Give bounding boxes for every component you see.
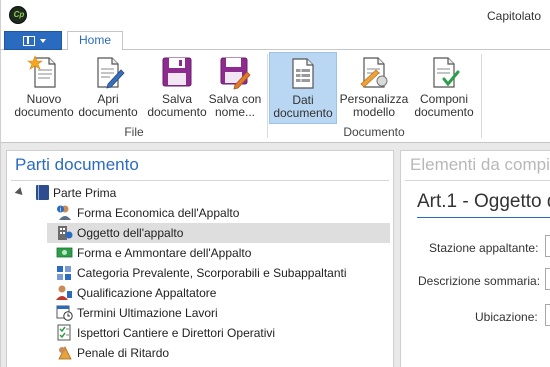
title-bar: Cp Capitolato [1, 0, 550, 30]
tree-item[interactable]: Forma e Ammontare dell'Appalto [7, 243, 393, 263]
field-label-descrizione: Descrizione sommaria: [418, 274, 541, 288]
building-icon [58, 226, 73, 240]
customize-template-button[interactable]: Personalizza modello [338, 52, 410, 124]
open-document-label: Apri documento [78, 92, 138, 119]
tree-item-label: Ispettori Cantiere e Direttori Operativi [77, 326, 276, 340]
document-data-label: Dati documento [273, 93, 333, 120]
document-data-icon [292, 58, 314, 89]
field-label-ubicazione: Ubicazione: [475, 310, 538, 324]
ribbon-group-separator [267, 54, 268, 138]
checklist-icon [57, 324, 71, 341]
file-menu-icon [23, 36, 35, 46]
stazione-appaltante-input[interactable] [545, 235, 550, 257]
section-title: Art.1 - Oggetto d [417, 191, 550, 212]
tree-item-label: Categoria Prevalente, Scorporabili e Sub… [77, 266, 347, 280]
tree-root-row[interactable]: Parte Prima [7, 183, 393, 203]
save-document-button[interactable]: Salva documento [140, 52, 214, 124]
compose-document-label: Componi documento [414, 92, 474, 119]
tree-item[interactable]: Penale di Ritardo [7, 343, 393, 363]
save-document-label: Salva documento [147, 92, 207, 119]
document-parts-pane: Parti documento Parte Prima i Forma Econ… [6, 150, 394, 367]
file-menu-button[interactable] [4, 31, 62, 50]
tree-item-selected[interactable]: Oggetto dell'appalto [7, 223, 393, 243]
tree-item[interactable]: Termini Ultimazione Lavori [7, 303, 393, 323]
group-label-documento: Documento [343, 125, 405, 139]
tree-item-label: Forma e Ammontare dell'Appalto [77, 246, 252, 260]
expand-collapse-icon[interactable] [14, 187, 26, 198]
compose-document-button[interactable]: Componi documento [410, 52, 478, 124]
customize-template-icon [360, 57, 388, 88]
calendar-clock-icon [56, 305, 73, 321]
tree-item-label: Qualificazione Appaltatore [77, 286, 217, 300]
customize-template-label: Personalizza modello [339, 92, 409, 119]
tree-item[interactable]: Categoria Prevalente, Scorporabili e Sub… [7, 263, 393, 283]
chevron-down-icon [40, 39, 46, 43]
descrizione-sommaria-input[interactable] [545, 268, 550, 290]
money-icon [56, 247, 73, 258]
ubicazione-input[interactable] [545, 304, 550, 326]
penalty-icon [58, 346, 72, 360]
divider [11, 180, 389, 181]
tree-item-label: Oggetto dell'appalto [77, 226, 184, 240]
tree-item-label: Termini Ultimazione Lavori [77, 306, 218, 320]
save-as-label: Salva con nome... [208, 92, 262, 119]
person-badge-icon [56, 285, 72, 300]
group-label-file: File [124, 125, 144, 139]
open-document-icon [97, 57, 125, 89]
tree-item-label: Penale di Ritardo [77, 346, 170, 360]
app-logo-icon: Cp [9, 6, 27, 24]
pane-title: Parti documento [15, 155, 139, 174]
field-label-stazione: Stazione appaltante: [429, 241, 539, 255]
ribbon-tabs: Home [1, 30, 550, 51]
save-as-button[interactable]: Salva con nome... [204, 52, 266, 124]
fields-pane: Elementi da compi Art.1 - Oggetto d Staz… [400, 150, 550, 367]
tree-item[interactable]: i Forma Economica dell'Appalto [7, 203, 393, 223]
categories-icon [57, 266, 71, 280]
tree-root-label: Parte Prima [53, 186, 117, 200]
info-user-icon: i [57, 205, 71, 220]
workspace: Parti documento Parte Prima i Forma Econ… [1, 143, 550, 367]
tree-item[interactable]: Qualificazione Appaltatore [7, 283, 393, 303]
divider [405, 180, 550, 181]
tab-home[interactable]: Home [67, 31, 123, 51]
save-as-icon [220, 57, 251, 90]
save-icon [162, 57, 192, 87]
open-document-button[interactable]: Apri documento [70, 52, 146, 124]
document-data-button[interactable]: Dati documento [269, 52, 337, 124]
app-logo-text: Cp [13, 10, 25, 19]
ribbon: Nuovo documento Apri documento Salva doc… [1, 50, 550, 143]
window-title: Capitolato [487, 9, 542, 23]
app-window: Cp Capitolato Home Nuovo documento Apri … [0, 0, 550, 367]
tree-item-label: Forma Economica dell'Appalto [77, 206, 240, 220]
ribbon-group-separator [481, 54, 482, 138]
tree-item[interactable]: Ispettori Cantiere e Direttori Operativi [7, 323, 393, 343]
pane-title: Elementi da compi [410, 155, 550, 174]
new-document-icon [27, 55, 56, 88]
section-divider [417, 217, 550, 218]
compose-document-icon [433, 57, 460, 88]
book-icon [36, 185, 49, 200]
